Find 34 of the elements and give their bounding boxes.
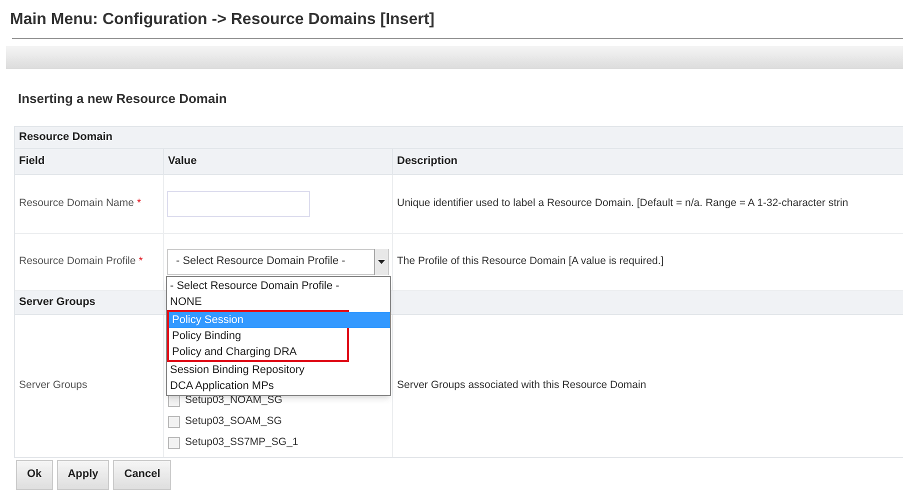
field-label: Server Groups [19, 378, 88, 393]
profile-select[interactable]: - Select Resource Domain Profile - [167, 248, 389, 274]
dropdown-option[interactable]: Session Binding Repository [167, 362, 390, 378]
name-input-field[interactable] [167, 190, 310, 216]
checkbox-label: Setup03_SOAM_SG [185, 414, 282, 429]
dropdown-option[interactable]: NONE [167, 294, 390, 310]
checkbox[interactable] [168, 395, 180, 408]
caret-icon [378, 260, 385, 264]
field-description: Server Groups associated with this Resource Domain [397, 378, 646, 393]
form-button[interactable]: Cancel [113, 460, 172, 490]
checkbox-label: Setup03_SS7MP_SG_1 [185, 434, 298, 450]
column-header: Value [168, 154, 197, 169]
checkbox[interactable] [168, 436, 180, 449]
checkbox-label: Setup03_NOAM_SG [185, 393, 282, 408]
dropdown-option[interactable]: DCA Application MPs [167, 378, 390, 394]
section-header: Server Groups [19, 294, 96, 310]
required-asterisk: * [136, 196, 142, 211]
field-description: The Profile of this Resource Domain [A value is required.] [397, 254, 664, 269]
field-label: Resource Domain Name [19, 196, 134, 211]
form-button[interactable]: Ok [16, 460, 53, 490]
dropdown-option[interactable]: Policy Binding [169, 328, 347, 344]
dropdown-option[interactable]: - Select Resource Domain Profile - [167, 278, 390, 294]
column-header: Field [19, 154, 45, 169]
field-description: Unique identifier used to label a Resource Domain. [Default = n/a. Range = A 1-32-character strin [397, 196, 848, 211]
dropdown-button[interactable] [374, 248, 388, 274]
column-header: Description [397, 154, 458, 169]
required-asterisk: * [138, 254, 143, 269]
checkbox[interactable] [168, 416, 180, 428]
page-title: Main Menu: Configuration -> Resource Domains [Insert] [10, 10, 434, 30]
section-header: Resource Domain [19, 130, 113, 145]
section-title: Inserting a new Resource Domain [18, 90, 227, 108]
dropdown-option[interactable]: Policy and Charging DRA [169, 344, 347, 360]
field-label: Resource Domain Profile [19, 254, 136, 269]
form-button[interactable]: Apply [56, 460, 110, 490]
